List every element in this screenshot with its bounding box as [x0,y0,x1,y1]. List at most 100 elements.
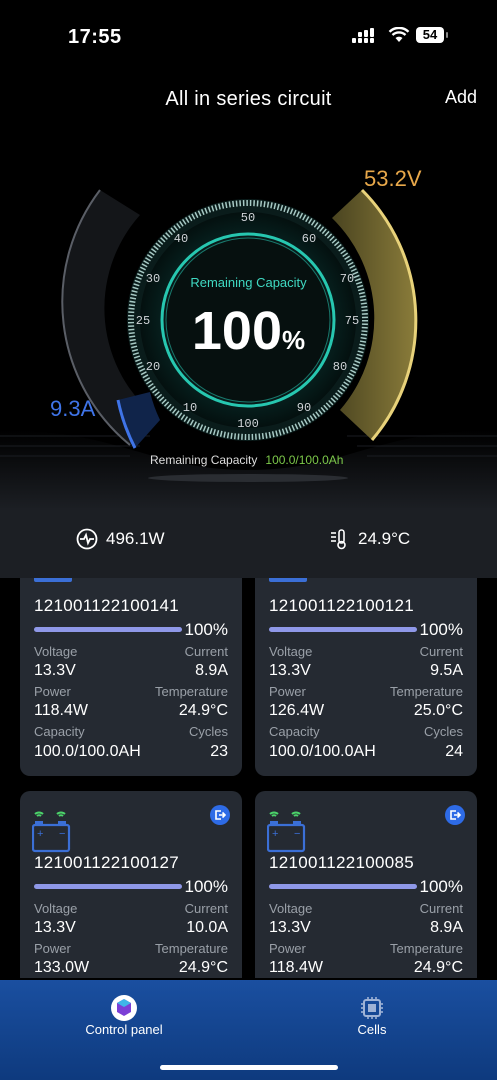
remaining-capacity-label: Remaining Capacity [150,453,258,467]
temperature-value: 24.9°C [358,529,411,548]
battery-icon: + − [32,811,71,853]
page-title: All in series circuit [165,88,332,110]
cell-serial: 121001122100121 [269,596,415,615]
power-label: Power [34,684,71,699]
cell-temperature: 24.9°C [178,702,228,719]
cycles-label: Cycles [423,724,463,739]
cell-power: 118.4W [34,702,88,719]
gauge-tick-label: 40 [174,232,188,246]
wifi-icon [388,27,410,42]
cell-voltage: 13.3V [269,662,311,679]
voltage-label: Voltage [269,901,313,916]
cell-current: 9.5A [430,662,463,679]
capacity-label: Capacity [34,724,85,739]
tab-control-panel-label: Control panel [85,1022,163,1037]
gauge-tick-label: 20 [146,360,160,374]
cell-serial: 121001122100085 [269,853,415,872]
cell-temperature: 24.9°C [413,959,463,976]
cell-card[interactable]: 121001122100141 100% Voltage Current 13.… [20,578,242,776]
power-label: Power [269,941,306,956]
cell-card[interactable]: + − 121001122100085 100% Voltage Current… [255,791,477,978]
cell-serial: 121001122100141 [34,596,180,615]
capacity-label: Capacity [269,724,320,739]
current-label: Current [419,901,463,916]
temperature-stat: 24.9°C [328,528,410,550]
disconnect-icon[interactable] [210,805,230,825]
temperature-label: Temperature [390,941,463,956]
cell-serial: 121001122100127 [34,853,180,872]
battery-icon [269,578,307,582]
current-readout: 9.3A [50,396,96,421]
capacity-bar [34,627,182,632]
battery-icon: + − [267,811,306,853]
disconnect-icon[interactable] [445,805,465,825]
cell-list: 121001122100141 100% Voltage Current 13.… [0,578,497,978]
battery-level-badge: 54 [416,27,448,43]
voltage-readout: 53.2V [364,166,422,191]
cell-capacity: 100.0/100.0AH [269,743,376,760]
capacity-bar [34,884,182,889]
svg-text:−: − [294,828,300,840]
cells-icon [361,997,383,1019]
cycles-label: Cycles [188,724,228,739]
power-value: 496.1W [106,529,165,548]
status-time: 17:55 [68,26,122,48]
gauge-tick-label: 100 [237,417,259,431]
status-bar: 17:55 54 [0,0,497,72]
control-panel-icon [111,995,137,1021]
gauge-tick-label: 60 [302,232,316,246]
cell-voltage: 13.3V [269,919,311,936]
gauge-tick-label: 80 [333,360,347,374]
cell-power: 133.0W [34,959,90,976]
current-label: Current [419,644,463,659]
svg-text:+: + [37,828,43,840]
cellular-signal-icon [352,28,374,43]
cell-card[interactable]: 121001122100121 100% Voltage Current 13.… [255,578,477,776]
capacity-bar [269,884,417,889]
cell-card[interactable]: + − 121001122100127 100% Voltage Current… [20,791,242,978]
power-label: Power [269,684,306,699]
cell-temperature: 25.0°C [413,702,463,719]
tab-cells-label: Cells [357,1022,387,1037]
capacity-title: Remaining Capacity [190,275,307,290]
summary-stats: 496.1W 24.9°C [0,508,497,578]
cell-voltage: 13.3V [34,662,76,679]
cell-temperature: 24.9°C [178,959,228,976]
cell-cycles: 23 [210,743,228,760]
cell-voltage: 13.3V [34,919,76,936]
power-icon [76,528,98,550]
svg-text:+: + [272,828,278,840]
home-indicator [160,1065,338,1070]
remaining-capacity-value: 100.0/100.0Ah [265,453,344,467]
temperature-label: Temperature [155,684,228,699]
cell-power: 126.4W [269,702,325,719]
current-label: Current [184,644,228,659]
temperature-label: Temperature [155,941,228,956]
cell-percent: 100% [184,620,228,639]
power-label: Power [34,941,71,956]
battery-icon [34,578,72,582]
thermometer-icon [331,529,346,550]
current-label: Current [184,901,228,916]
cell-cycles: 24 [445,743,463,760]
power-stat: 496.1W [76,528,165,550]
gauge-tick-label: 50 [241,211,255,225]
temperature-label: Temperature [390,684,463,699]
cell-percent: 100% [184,877,228,896]
remaining-capacity-line: Remaining Capacity 100.0/100.0Ah [150,453,343,467]
cell-current: 8.9A [430,919,463,936]
voltage-label: Voltage [34,644,78,659]
cell-percent: 100% [419,877,463,896]
voltage-label: Voltage [34,901,78,916]
cell-current: 10.0A [186,919,228,936]
gauge-tick-label: 90 [297,401,311,415]
cell-power: 118.4W [269,959,323,976]
voltage-label: Voltage [269,644,313,659]
svg-text:−: − [59,828,65,840]
capacity-bar [269,627,417,632]
add-button[interactable]: Add [445,87,477,108]
cell-current: 8.9A [195,662,228,679]
capacity-percent: 100% [191,301,306,361]
gauge-tick-label: 10 [183,401,197,415]
cell-capacity: 100.0/100.0AH [34,743,141,760]
